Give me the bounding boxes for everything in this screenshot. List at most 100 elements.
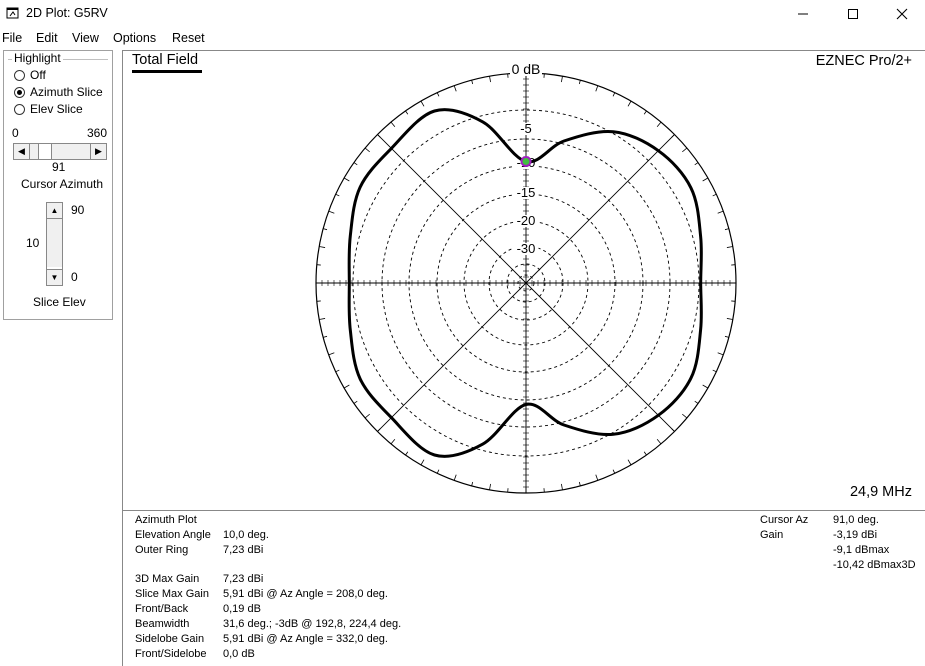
close-button[interactable] (879, 0, 925, 28)
info-key: Slice Max Gain (135, 588, 209, 600)
outer-tick (561, 483, 563, 490)
outer-tick (343, 177, 350, 182)
outer-tick (323, 228, 328, 231)
outer-tick (489, 76, 491, 83)
azimuth-scrollbar[interactable]: ◀ ▶ (13, 143, 107, 160)
grid-spoke (525, 282, 675, 432)
highlight-panel: Highlight Off Azimuth Slice Elev Slice 0… (3, 50, 113, 320)
title-bar: 2D Plot: G5RV (0, 0, 925, 28)
brand-label: EZNEC Pro/2+ (815, 53, 912, 69)
outer-tick (682, 413, 688, 419)
info-key: Outer Ring (135, 544, 189, 556)
outer-tick (471, 481, 474, 486)
info-row-elevation: Elevation Angle 10,0 deg. (135, 529, 269, 541)
info-key: Elevation Angle (135, 529, 211, 541)
info-value: 10,0 deg. (223, 529, 269, 541)
outer-tick (578, 481, 581, 486)
elevation-min-label: 0 (71, 270, 78, 284)
outer-tick (328, 352, 335, 356)
menu-file[interactable]: File (2, 31, 22, 45)
radio-azimuth-slice[interactable]: Azimuth Slice (14, 85, 103, 99)
radio-azimuth-slice-circle[interactable] (14, 86, 25, 98)
outer-tick (671, 428, 675, 432)
info-row-3d-max-gain: 3D Max Gain 7,23 dBi (135, 573, 263, 585)
outer-tick (436, 469, 440, 474)
close-icon (896, 8, 908, 20)
info-row-outer-ring: Outer Ring 7,23 dBi (135, 544, 263, 556)
menu-edit[interactable]: Edit (36, 31, 58, 45)
outer-tick (643, 451, 647, 456)
menu-view[interactable]: View (72, 31, 99, 45)
outer-tick (471, 80, 474, 85)
cursor-value: -10,42 dBmax3D (833, 559, 916, 571)
cursor-value: -3,19 dBi (833, 529, 878, 541)
cursor-azimuth-label: Cursor Azimuth (21, 177, 104, 191)
info-value: 7,23 dBi (223, 573, 264, 585)
outer-tick (595, 85, 599, 92)
radio-elev-slice-label: Elev Slice (30, 102, 83, 116)
azimuth-value: 91 (52, 160, 66, 174)
radio-elev-slice[interactable]: Elev Slice (14, 102, 83, 116)
outer-tick (682, 147, 688, 153)
radio-azimuth-slice-label: Azimuth Slice (30, 85, 103, 99)
cursor-key: Gain (760, 529, 784, 541)
info-row-front-sidelobe: Front/Sidelobe 0,0 dB (135, 648, 255, 660)
outer-tick (717, 210, 724, 214)
grid-spoke (377, 282, 527, 432)
scroll-right-icon[interactable]: ▶ (90, 144, 106, 159)
outer-tick (420, 459, 425, 466)
cursor-marker (520, 155, 532, 167)
scroll-up-icon[interactable]: ▲ (47, 203, 62, 219)
ring-label: -30 (517, 241, 536, 256)
cursor-row-gain: Gain -3,19 dBi (760, 529, 877, 541)
minimize-icon (798, 13, 808, 15)
outer-tick (377, 428, 381, 432)
outer-tick (319, 246, 326, 248)
info-key: Front/Sidelobe (135, 648, 207, 660)
outer-tick (595, 474, 599, 481)
outer-tick (612, 92, 616, 97)
elevation-value: 10 (26, 236, 40, 250)
radio-elev-slice-circle[interactable] (14, 103, 25, 115)
cursor-row-dbmax3d: -10,42 dBmax3D (760, 559, 916, 571)
info-value: 31,6 deg.; -3dB @ 192,8, 224,4 deg. (223, 618, 402, 630)
scroll-down-icon[interactable]: ▼ (47, 269, 62, 285)
cursor-row-dbmax: -9,1 dBmax (760, 544, 889, 556)
outer-tick (702, 384, 709, 389)
info-key: Beamwidth (135, 618, 190, 630)
outer-tick (724, 228, 729, 231)
outer-tick (561, 76, 563, 83)
menu-reset[interactable]: Reset (172, 31, 205, 45)
info-row-sidelobe-gain: Sidelobe Gain 5,91 dBi @ Az Angle = 332,… (135, 633, 388, 645)
azimuth-scroll-thumb[interactable] (38, 144, 52, 159)
info-row-front-back: Front/Back 0,19 dB (135, 603, 261, 615)
elevation-scrollbar[interactable]: ▲ ▼ (46, 202, 63, 286)
outer-tick (420, 100, 425, 107)
radio-off-label: Off (30, 68, 46, 82)
scroll-left-icon[interactable]: ◀ (14, 144, 30, 159)
highlight-label: Highlight (12, 51, 63, 65)
info-value: 5,91 dBi @ Az Angle = 332,0 deg. (223, 633, 388, 645)
cursor-row-az: Cursor Az 91,0 deg. (760, 514, 879, 526)
plot-type-label: Azimuth Plot (135, 514, 197, 526)
cursor-value: -9,1 dBmax (833, 544, 890, 556)
polar-plot[interactable]: 0 dB-5-10-15-20-30 (123, 51, 925, 511)
maximize-button[interactable] (830, 0, 876, 28)
minimize-button[interactable] (780, 0, 826, 28)
outer-tick (405, 451, 409, 456)
outer-tick (436, 92, 440, 97)
plot-area[interactable]: 0 dB-5-10-15-20-30 Total Field EZNEC Pro… (122, 50, 925, 510)
info-value: 7,23 dBi (223, 544, 264, 556)
outer-tick (390, 121, 396, 127)
radio-off[interactable]: Off (14, 68, 46, 82)
radio-off-circle[interactable] (14, 69, 25, 81)
maximize-icon (848, 9, 858, 19)
plot-window-icon (6, 7, 19, 19)
cursor-value: 91,0 deg. (833, 514, 879, 526)
plot-title: Total Field (132, 52, 199, 68)
slice-elev-label: Slice Elev (33, 295, 86, 309)
menu-bar: File Edit View Options Reset (0, 30, 925, 48)
menu-options[interactable]: Options (113, 31, 156, 45)
info-row-beamwidth: Beamwidth 31,6 deg.; -3dB @ 192,8, 224,4… (135, 618, 401, 630)
azimuth-max-label: 360 (87, 126, 108, 140)
